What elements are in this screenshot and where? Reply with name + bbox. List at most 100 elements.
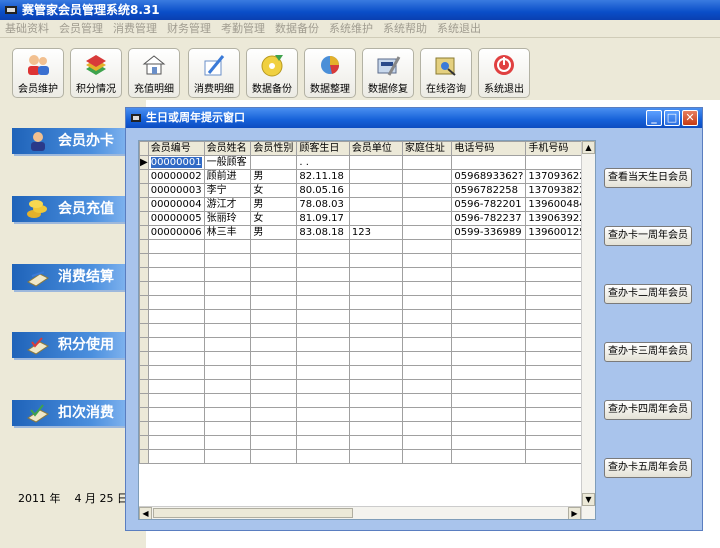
minimize-button[interactable]: _ bbox=[646, 110, 662, 126]
menu-system-maintenance[interactable]: 系统维护 bbox=[324, 20, 378, 38]
member-card-button[interactable]: 会员办卡 bbox=[12, 128, 126, 154]
cell-birthday[interactable]: 82.11.18 bbox=[296, 169, 350, 184]
cell-member-id[interactable]: 00000003 bbox=[147, 183, 205, 198]
deduct-consumption-button[interactable]: 扣次消费 bbox=[12, 400, 126, 426]
col-company[interactable]: 会员单位 bbox=[348, 141, 403, 156]
close-button[interactable]: ✕ bbox=[682, 110, 698, 126]
cell-phone[interactable]: 0596782258 bbox=[451, 183, 527, 198]
cell-phone[interactable]: 0596-782237 bbox=[451, 211, 527, 226]
menu-data-backup[interactable]: 数据备份 bbox=[270, 20, 324, 38]
cell-birthday[interactable]: . . bbox=[296, 155, 350, 170]
card-3-year-button[interactable]: 查办卡三周年会员 bbox=[604, 342, 692, 362]
col-member-name[interactable]: 会员姓名 bbox=[203, 141, 252, 156]
menu-consumption-management[interactable]: 消费管理 bbox=[108, 20, 162, 38]
col-phone[interactable]: 电话号码 bbox=[451, 141, 527, 156]
cell-phone[interactable]: 0596893362? bbox=[451, 169, 527, 184]
cell-birthday[interactable]: 80.05.16 bbox=[296, 183, 350, 198]
vertical-scrollbar[interactable]: ▲ ▼ bbox=[581, 141, 595, 519]
cell-address[interactable] bbox=[401, 211, 453, 226]
menu-member-management[interactable]: 会员管理 bbox=[54, 20, 108, 38]
cell-company[interactable] bbox=[348, 183, 403, 198]
cell-company[interactable] bbox=[348, 211, 403, 226]
scroll-right-icon[interactable]: ▶ bbox=[568, 507, 581, 519]
data-repair-button[interactable]: 数据修复 bbox=[362, 48, 414, 98]
table-row[interactable]: 00000002 顾前进 男 82.11.18 0596893362? 1370… bbox=[139, 169, 595, 184]
empty-cell bbox=[250, 421, 298, 436]
cell-phone[interactable] bbox=[451, 155, 527, 170]
consumption-checkout-button[interactable]: 消费结算 bbox=[12, 264, 126, 290]
member-recharge-button[interactable]: 会员充值 bbox=[12, 196, 126, 222]
card-2-year-button[interactable]: 查办卡二周年会员 bbox=[604, 284, 692, 304]
cell-member-name[interactable]: 一般顾客 bbox=[203, 155, 252, 170]
card-1-year-button[interactable]: 查办卡一周年会员 bbox=[604, 226, 692, 246]
table-row[interactable]: 00000006 林三丰 男 83.08.18 123 0599-336989 … bbox=[139, 225, 595, 240]
today-birthday-button[interactable]: 查看当天生日会员 bbox=[604, 168, 692, 188]
online-consult-button[interactable]: 在线咨询 bbox=[420, 48, 472, 98]
empty-cell bbox=[451, 253, 527, 268]
scroll-up-icon[interactable]: ▲ bbox=[582, 141, 595, 154]
table-row[interactable]: 00000004 游江才 男 78.08.03 0596-782201 1396… bbox=[139, 197, 595, 212]
cell-member-id[interactable]: 00000006 bbox=[147, 225, 205, 240]
col-member-id[interactable]: 会员编号 bbox=[147, 141, 205, 156]
consumption-detail-button[interactable]: 消费明细 bbox=[188, 48, 240, 98]
card-5-year-button[interactable]: 查办卡五周年会员 bbox=[604, 458, 692, 478]
horizontal-scrollbar[interactable]: ◀ ▶ bbox=[139, 506, 581, 519]
cell-member-name[interactable]: 顾前进 bbox=[203, 169, 252, 184]
cell-birthday[interactable]: 83.08.18 bbox=[296, 225, 350, 240]
menu-system-exit[interactable]: 系统退出 bbox=[432, 20, 486, 38]
data-cleanup-button[interactable]: 数据整理 bbox=[304, 48, 356, 98]
cell-company[interactable] bbox=[348, 169, 403, 184]
cell-phone[interactable]: 0599-336989 bbox=[451, 225, 527, 240]
cell-member-gender[interactable]: 女 bbox=[250, 183, 298, 198]
empty-cell bbox=[296, 421, 350, 436]
cell-address[interactable] bbox=[401, 155, 453, 170]
empty-cell bbox=[296, 295, 350, 310]
cell-member-name[interactable]: 张丽玲 bbox=[203, 211, 252, 226]
cell-member-gender[interactable] bbox=[250, 155, 298, 170]
cell-company[interactable] bbox=[348, 197, 403, 212]
table-row[interactable]: 00000003 李宁 女 80.05.16 0596782258 137093… bbox=[139, 183, 595, 198]
cell-address[interactable] bbox=[401, 225, 453, 240]
data-backup-button[interactable]: 数据备份 bbox=[246, 48, 298, 98]
cell-birthday[interactable]: 81.09.17 bbox=[296, 211, 350, 226]
cell-member-id[interactable]: 00000005 bbox=[147, 211, 205, 226]
scroll-down-icon[interactable]: ▼ bbox=[582, 493, 595, 506]
member-grid[interactable]: 会员编号 会员姓名 会员性别 顾客生日 会员单位 家庭住址 电话号码 手机号码 … bbox=[138, 140, 596, 520]
cell-address[interactable] bbox=[401, 169, 453, 184]
cell-address[interactable] bbox=[401, 197, 453, 212]
cell-member-gender[interactable]: 男 bbox=[250, 169, 298, 184]
menu-attendance-management[interactable]: 考勤管理 bbox=[216, 20, 270, 38]
table-row[interactable]: ▶ 00000001 一般顾客 . . bbox=[139, 155, 595, 170]
cell-birthday[interactable]: 78.08.03 bbox=[296, 197, 350, 212]
cell-member-id[interactable]: 00000002 bbox=[147, 169, 205, 184]
points-status-button[interactable]: 积分情况 bbox=[70, 48, 122, 98]
cell-company[interactable]: 123 bbox=[348, 225, 403, 240]
cell-address[interactable] bbox=[401, 183, 453, 198]
scroll-left-icon[interactable]: ◀ bbox=[139, 507, 152, 519]
col-address[interactable]: 家庭住址 bbox=[401, 141, 453, 156]
cell-member-gender[interactable]: 女 bbox=[250, 211, 298, 226]
cell-company[interactable] bbox=[348, 155, 403, 170]
cell-member-gender[interactable]: 男 bbox=[250, 197, 298, 212]
cell-member-name[interactable]: 李宁 bbox=[203, 183, 252, 198]
cell-member-id[interactable]: 00000001 bbox=[147, 155, 205, 170]
system-exit-button[interactable]: 系统退出 bbox=[478, 48, 530, 98]
card-4-year-button[interactable]: 查办卡四周年会员 bbox=[604, 400, 692, 420]
cell-member-gender[interactable]: 男 bbox=[250, 225, 298, 240]
maximize-button[interactable]: □ bbox=[664, 110, 680, 126]
cell-member-name[interactable]: 游江才 bbox=[203, 197, 252, 212]
member-maintenance-button[interactable]: 会员维护 bbox=[12, 48, 64, 98]
cell-member-name[interactable]: 林三丰 bbox=[203, 225, 252, 240]
scroll-thumb[interactable] bbox=[153, 508, 353, 518]
menu-system-help[interactable]: 系统帮助 bbox=[378, 20, 432, 38]
cell-member-id[interactable]: 00000004 bbox=[147, 197, 205, 212]
menu-basic-data[interactable]: 基础资料 bbox=[0, 20, 54, 38]
menu-finance-management[interactable]: 财务管理 bbox=[162, 20, 216, 38]
points-usage-button[interactable]: 积分使用 bbox=[12, 332, 126, 358]
recharge-detail-button[interactable]: 充值明细 bbox=[128, 48, 180, 98]
cell-phone[interactable]: 0596-782201 bbox=[451, 197, 527, 212]
col-member-gender[interactable]: 会员性别 bbox=[250, 141, 298, 156]
empty-cell bbox=[348, 393, 403, 408]
table-row[interactable]: 00000005 张丽玲 女 81.09.17 0596-782237 1390… bbox=[139, 211, 595, 226]
col-birthday[interactable]: 顾客生日 bbox=[296, 141, 350, 156]
